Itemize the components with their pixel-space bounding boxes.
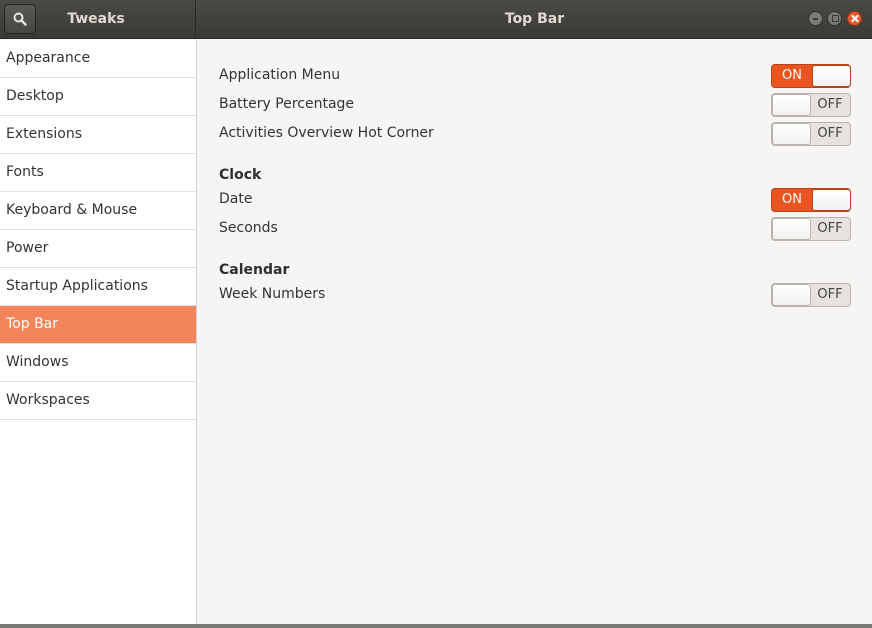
sidebar-item-keyboard-mouse[interactable]: Keyboard & Mouse (0, 192, 196, 230)
week-numbers-switch[interactable]: OFF (771, 283, 851, 307)
sidebar-item-extensions[interactable]: Extensions (0, 116, 196, 154)
sidebar-item-fonts[interactable]: Fonts (0, 154, 196, 192)
date-label: Date (219, 191, 253, 207)
clock-heading: Clock (219, 167, 262, 183)
switch-state-label: ON (782, 68, 802, 83)
battery-percentage-switch[interactable]: OFF (771, 93, 851, 117)
switch-state-label: OFF (817, 97, 843, 112)
maximize-button[interactable] (827, 11, 842, 26)
switch-state-label: ON (782, 192, 802, 207)
search-icon (13, 12, 27, 26)
sidebar-item-startup-applications[interactable]: Startup Applications (0, 268, 196, 306)
sidebar-item-desktop[interactable]: Desktop (0, 78, 196, 116)
minimize-button[interactable] (808, 11, 823, 26)
hot-corner-switch[interactable]: OFF (771, 122, 851, 146)
window-bottom-edge (0, 624, 872, 628)
sidebar-item-top-bar[interactable]: Top Bar (0, 306, 196, 344)
battery-percentage-label: Battery Percentage (219, 96, 355, 112)
header-left: Tweaks (0, 0, 196, 39)
sidebar-item-windows[interactable]: Windows (0, 344, 196, 382)
sidebar-item-power[interactable]: Power (0, 230, 196, 268)
hot-corner-label: Activities Overview Hot Corner (219, 125, 434, 141)
switch-state-label: OFF (817, 126, 843, 141)
close-button[interactable] (847, 11, 862, 26)
calendar-heading: Calendar (219, 262, 290, 278)
minimize-icon (813, 18, 818, 20)
switch-knob (812, 65, 851, 87)
application-menu-switch[interactable]: ON (771, 64, 851, 88)
switch-knob (772, 218, 811, 240)
seconds-switch[interactable]: OFF (771, 217, 851, 241)
sidebar-item-appearance[interactable]: Appearance (0, 40, 196, 78)
sidebar: Appearance Desktop Extensions Fonts Keyb… (0, 40, 197, 628)
week-numbers-label: Week Numbers (219, 286, 326, 302)
switch-state-label: OFF (817, 221, 843, 236)
tweaks-window: Tweaks Top Bar Appearance Desktop Extens… (0, 0, 872, 628)
switch-knob (812, 189, 851, 211)
title-bar: Tweaks Top Bar (0, 0, 872, 39)
switch-knob (772, 94, 811, 116)
window-title: Top Bar (504, 11, 565, 27)
switch-knob (772, 123, 811, 145)
application-menu-label: Application Menu (219, 67, 341, 83)
app-title: Tweaks (67, 11, 125, 27)
date-switch[interactable]: ON (771, 188, 851, 212)
switch-state-label: OFF (817, 287, 843, 302)
sidebar-item-workspaces[interactable]: Workspaces (0, 382, 196, 420)
settings-panel: Application Menu ON Battery Percentage O… (197, 40, 872, 628)
seconds-label: Seconds (219, 220, 278, 236)
maximize-icon (832, 15, 839, 22)
switch-knob (772, 284, 811, 306)
search-button[interactable] (4, 4, 36, 34)
